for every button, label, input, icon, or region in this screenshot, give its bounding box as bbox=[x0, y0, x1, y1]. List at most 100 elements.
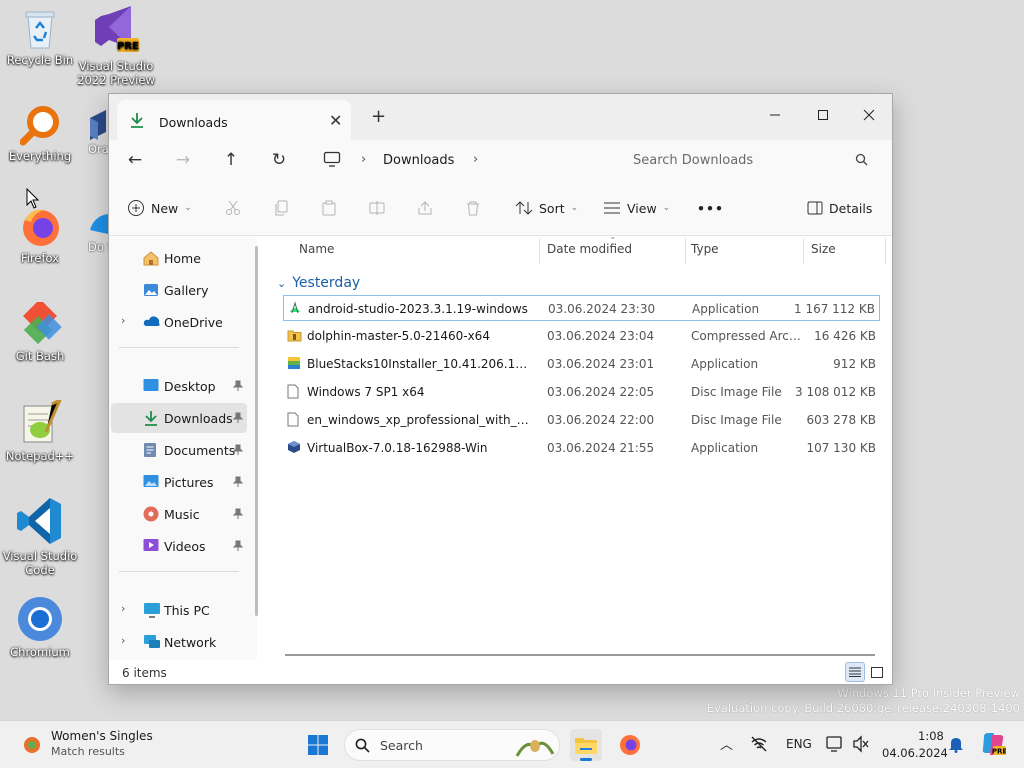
up-button[interactable]: ↑ bbox=[217, 148, 245, 172]
firefox-icon bbox=[23, 209, 59, 246]
share-button[interactable] bbox=[417, 196, 433, 220]
expand-chevron-icon[interactable]: › bbox=[121, 314, 125, 327]
clock-time[interactable]: 1:08 bbox=[918, 729, 944, 743]
watermark-line-1: Windows 11 Pro Insider Preview bbox=[837, 686, 1020, 700]
view-button[interactable]: View ⌄ bbox=[603, 196, 670, 220]
back-button[interactable]: ← bbox=[121, 148, 149, 172]
breadcrumb-downloads[interactable]: Downloads bbox=[383, 153, 454, 168]
paste-button[interactable] bbox=[321, 196, 337, 220]
pin-icon[interactable] bbox=[233, 412, 243, 424]
refresh-icon: ↻ bbox=[271, 150, 287, 170]
volume-muted-icon[interactable] bbox=[852, 735, 870, 753]
see-more-button[interactable]: ••• bbox=[697, 196, 724, 220]
pin-icon[interactable] bbox=[233, 508, 243, 520]
pin-icon[interactable] bbox=[233, 444, 243, 456]
pin-icon[interactable] bbox=[233, 476, 243, 488]
column-separator[interactable] bbox=[885, 238, 886, 264]
forward-button[interactable]: → bbox=[169, 148, 197, 172]
sort-icon bbox=[515, 201, 533, 215]
widgets-button[interactable]: Women's Singles Match results bbox=[20, 729, 160, 761]
copy-button[interactable] bbox=[273, 196, 289, 220]
column-header-date[interactable]: Date modified bbox=[547, 242, 632, 256]
pin-icon[interactable] bbox=[233, 540, 243, 552]
show-hidden-icons-button[interactable]: ︿ bbox=[720, 734, 733, 753]
desktop-icon-everything[interactable]: Everything bbox=[0, 106, 80, 163]
breadcrumb-chevron-icon[interactable]: › bbox=[361, 152, 366, 167]
start-button[interactable] bbox=[302, 729, 334, 761]
taskbar-search-box[interactable]: Search bbox=[344, 729, 560, 761]
delete-button[interactable] bbox=[465, 196, 481, 220]
close-window-button[interactable] bbox=[853, 102, 885, 128]
column-header-name[interactable]: Name bbox=[299, 242, 334, 256]
expand-chevron-icon[interactable]: › bbox=[121, 602, 125, 615]
refresh-button[interactable]: ↻ bbox=[265, 148, 293, 172]
file-type: Application bbox=[691, 441, 759, 455]
running-indicator bbox=[580, 758, 592, 761]
desktop-icon-firefox[interactable]: Firefox bbox=[0, 206, 80, 265]
tiles-view-icon bbox=[871, 666, 883, 678]
file-name: BlueStacks10Installer_10.41.206.1001_nat… bbox=[307, 357, 533, 371]
expand-chevron-icon[interactable]: › bbox=[121, 634, 125, 647]
file-row[interactable]: android-studio-2023.3.1.19-windows 03.06… bbox=[283, 295, 880, 321]
details-pane-button[interactable]: Details bbox=[807, 196, 872, 220]
sidebar-item-downloads[interactable]: Downloads bbox=[111, 403, 247, 433]
new-tab-button[interactable]: + bbox=[371, 106, 386, 127]
sidebar-item-label: Pictures bbox=[164, 475, 214, 490]
sidebar-item-network[interactable]: › Network bbox=[111, 627, 247, 657]
sidebar-item-home[interactable]: Home bbox=[111, 243, 247, 273]
desktop-icon-docker-partial[interactable]: Do Sh bbox=[88, 210, 108, 254]
rename-button[interactable] bbox=[369, 196, 385, 220]
desktop-icon-vscode[interactable]: Visual Studio Code bbox=[0, 496, 80, 577]
desktop-icon-notepadpp[interactable]: Notepad++ bbox=[0, 400, 80, 463]
desktop-icon-chromium[interactable]: Chromium bbox=[0, 596, 80, 659]
file-row[interactable]: en_windows_xp_professional_with_servic..… bbox=[283, 407, 880, 433]
sidebar-item-videos[interactable]: Videos bbox=[111, 531, 247, 561]
network-disconnected-icon[interactable] bbox=[750, 735, 768, 753]
details-view-button[interactable] bbox=[845, 662, 865, 682]
column-header-type[interactable]: Type bbox=[691, 242, 719, 256]
sort-button[interactable]: Sort ⌄ bbox=[515, 196, 578, 220]
sidebar-item-desktop[interactable]: Desktop bbox=[111, 371, 247, 401]
column-separator[interactable] bbox=[539, 238, 540, 264]
minimize-button[interactable] bbox=[759, 102, 791, 128]
file-row[interactable]: VirtualBox-7.0.18-162988-Win 03.06.2024 … bbox=[283, 435, 880, 461]
address-bar[interactable]: › Downloads › bbox=[315, 144, 611, 176]
sidebar-scrollbar[interactable] bbox=[255, 246, 258, 616]
maximize-button[interactable] bbox=[807, 102, 839, 128]
group-header-yesterday[interactable]: ⌄ Yesterday bbox=[277, 272, 360, 294]
column-separator[interactable] bbox=[803, 238, 804, 264]
taskbar-firefox[interactable] bbox=[614, 729, 646, 761]
column-separator[interactable] bbox=[685, 238, 686, 264]
notification-bell-icon[interactable] bbox=[948, 735, 964, 753]
file-row[interactable]: Windows 7 SP1 x64 03.06.2024 22:05 Disc … bbox=[283, 379, 880, 405]
desktop-icon-visual-studio-preview[interactable]: PRE Visual Studio 2022 Preview bbox=[76, 6, 156, 87]
sidebar-item-onedrive[interactable]: › OneDrive bbox=[111, 307, 247, 337]
tiles-view-button[interactable] bbox=[867, 662, 887, 682]
taskbar-file-explorer[interactable] bbox=[570, 729, 602, 761]
sidebar-item-music[interactable]: Music bbox=[111, 499, 247, 529]
sidebar-item-gallery[interactable]: Gallery bbox=[111, 275, 247, 305]
input-language[interactable]: ENG bbox=[786, 737, 812, 751]
desktop-icon-recycle-bin[interactable]: Recycle Bin bbox=[0, 8, 80, 67]
tab-downloads[interactable]: Downloads ✕ bbox=[117, 100, 351, 140]
file-row[interactable]: dolphin-master-5.0-21460-x64 03.06.2024 … bbox=[283, 323, 880, 349]
breadcrumb-chevron-icon[interactable]: › bbox=[473, 152, 478, 167]
sidebar-item-this-pc[interactable]: › This PC bbox=[111, 595, 247, 625]
desktop-icon-git-bash[interactable]: Git Bash bbox=[0, 302, 80, 363]
new-button[interactable]: New ⌄ bbox=[127, 196, 192, 220]
cut-button[interactable] bbox=[225, 196, 241, 220]
title-bar[interactable]: Downloads ✕ + bbox=[109, 94, 892, 140]
copilot-icon[interactable]: PRE bbox=[980, 731, 1006, 757]
clock-date[interactable]: 04.06.2024 bbox=[882, 746, 948, 760]
file-row[interactable]: BlueStacks10Installer_10.41.206.1001_nat… bbox=[283, 351, 880, 377]
sidebar-item-pictures[interactable]: Pictures bbox=[111, 467, 247, 497]
display-icon[interactable] bbox=[826, 735, 844, 753]
column-header-size[interactable]: Size bbox=[811, 242, 836, 256]
sidebar-item-documents[interactable]: Documents bbox=[111, 435, 247, 465]
pin-icon[interactable] bbox=[233, 380, 243, 392]
horizontal-scrollbar[interactable] bbox=[285, 654, 875, 656]
desktop-icon-virtualbox-partial[interactable]: Ora Virt bbox=[88, 108, 108, 156]
tab-close-icon[interactable]: ✕ bbox=[329, 111, 342, 130]
search-box[interactable]: Search Downloads bbox=[617, 144, 877, 176]
sidebar-divider bbox=[119, 347, 239, 348]
